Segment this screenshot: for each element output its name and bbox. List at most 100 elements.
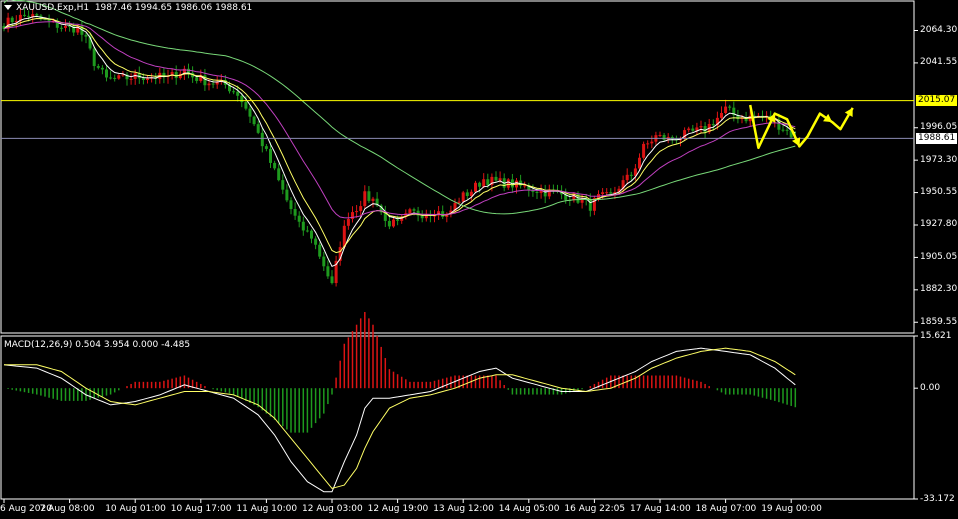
- candle-body: [724, 106, 728, 113]
- candle-body: [396, 219, 400, 221]
- candle-body: [474, 182, 477, 192]
- candle-body: [96, 66, 100, 68]
- candle-body: [711, 123, 715, 126]
- candle-body: [482, 179, 486, 187]
- main-panel-frame: [0, 0, 915, 334]
- candle-body: [240, 95, 244, 103]
- candle-body: [260, 132, 264, 147]
- macd-histogram-layer: [7, 312, 797, 433]
- candle-body: [252, 116, 256, 125]
- time-tick-label: 12 Aug 19:00: [367, 504, 429, 514]
- candles-layer: [2, 8, 797, 287]
- candle-body: [387, 220, 391, 227]
- candle-body: [691, 128, 695, 131]
- time-tick-label: 13 Aug 12:00: [433, 504, 494, 514]
- candle-body: [609, 192, 613, 194]
- candle-body: [457, 201, 461, 203]
- candle-body: [629, 174, 633, 176]
- price-tick-label: 2041.55: [920, 57, 958, 68]
- macd-tick-label: 15.621: [920, 330, 952, 341]
- ma-mid-line: [3, 17, 796, 254]
- candle-body: [687, 128, 691, 131]
- time-tick-label: 19 Aug 00:00: [761, 504, 822, 514]
- candle-body: [318, 244, 322, 257]
- candle-body: [301, 221, 305, 231]
- candle-body: [638, 157, 641, 169]
- macd-panel-frame: [0, 335, 915, 500]
- candle-body: [601, 192, 605, 195]
- candle-body: [232, 91, 236, 93]
- price-tick-label: 2064.30: [920, 24, 958, 35]
- candle-body: [129, 78, 133, 80]
- candle-body: [59, 27, 63, 29]
- dropdown-triangle-icon[interactable]: [4, 5, 12, 10]
- candle-body: [478, 182, 482, 187]
- candle-body: [703, 126, 707, 133]
- candle-body: [699, 126, 703, 128]
- candle-body: [662, 134, 666, 140]
- candle-body: [305, 230, 309, 232]
- candle-body: [785, 129, 789, 131]
- ma-long-line: [3, 0, 796, 215]
- current-price: 1988.61: [918, 132, 956, 143]
- candle-body: [141, 78, 145, 80]
- candle-body: [269, 148, 272, 163]
- candle-body: [367, 191, 371, 201]
- candle-body: [650, 141, 654, 144]
- candle-body: [35, 14, 39, 16]
- resistance-price-box: 2015.07: [916, 95, 957, 107]
- candle-body: [256, 124, 260, 133]
- macd-tick-label: 0.00: [920, 382, 941, 393]
- candle-body: [461, 192, 465, 202]
- price-tick-label: 1927.80: [920, 219, 958, 230]
- candle-body: [420, 215, 424, 219]
- time-tick-label: 14 Aug 05:00: [498, 504, 560, 514]
- time-tick-label: 10 Aug 01:00: [105, 504, 166, 514]
- candle-body: [244, 102, 248, 109]
- candle-body: [523, 185, 527, 187]
- candle-body: [658, 134, 662, 136]
- candle-body: [494, 176, 498, 181]
- candle-body: [273, 162, 277, 169]
- candle-body: [10, 17, 14, 23]
- candle-body: [195, 77, 199, 82]
- candle-body: [27, 15, 31, 17]
- candle-body: [605, 192, 609, 194]
- forecast-arrows-layer: [748, 104, 854, 150]
- candle-body: [371, 198, 375, 201]
- time-tick-label: 7 Aug 08:00: [39, 504, 95, 514]
- candle-body: [465, 192, 469, 197]
- candle-body: [646, 143, 650, 145]
- macd-signal-line: [4, 347, 796, 489]
- candle-body: [326, 266, 330, 277]
- macd-lines-layer: [3, 347, 796, 493]
- price-tick-label: 1859.55: [920, 316, 958, 327]
- candle-body: [297, 215, 301, 222]
- candle-body: [346, 218, 350, 226]
- ohlc-readout: 1987.46 1994.65 1986.06 1988.61: [94, 3, 253, 13]
- time-tick-label: 11 Aug 10:00: [236, 504, 298, 514]
- time-tick-label: 18 Aug 07:00: [695, 504, 757, 514]
- candle-body: [506, 179, 510, 188]
- candle-body: [330, 276, 334, 284]
- candle-body: [642, 143, 646, 158]
- candle-body: [207, 83, 211, 86]
- symbol-label: XAUUSD.Exp,H1: [16, 3, 90, 13]
- candle-body: [281, 180, 285, 190]
- price-tick-label: 1973.30: [920, 154, 958, 165]
- candle-body: [363, 191, 367, 207]
- candle-body: [720, 112, 723, 118]
- time-tick-label: 10 Aug 17:00: [170, 504, 232, 514]
- candle-body: [105, 69, 108, 78]
- candle-body: [392, 219, 395, 227]
- candle-body: [84, 34, 88, 37]
- candle-body: [277, 168, 281, 181]
- candle-body: [535, 191, 539, 193]
- candle-body: [236, 91, 240, 96]
- candle-body: [293, 208, 297, 216]
- candle-body: [248, 108, 252, 117]
- macd-line: [3, 347, 796, 493]
- chart-header[interactable]: XAUUSD.Exp,H1 1987.46 1994.65 1986.06 19…: [4, 3, 252, 14]
- candle-body: [109, 77, 113, 79]
- candle-body: [355, 211, 359, 213]
